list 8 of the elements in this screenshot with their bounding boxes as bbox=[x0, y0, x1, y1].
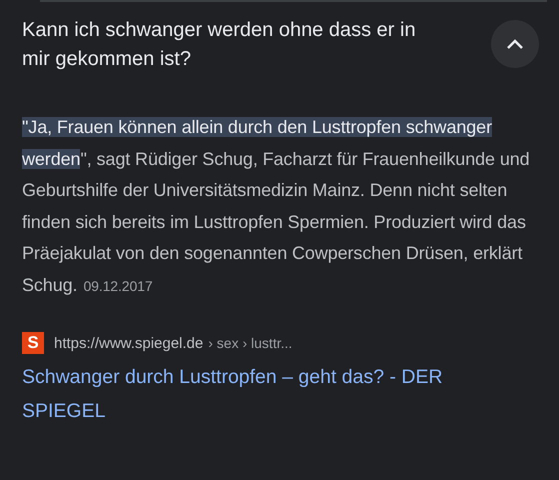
answer-paragraph: "Ja, Frauen können allein durch den Lusttropfen schwanger werden", sagt Rüdiger Schug, Facharzt für Frauenheilkunde und Geburtshilfe der Universitätsmedizin Mainz. Denn nicht selten finden sich bereits im Lusttropfen Spermien. Produziert wird das Präejakulat von den sogenannten Cowperschen Drüsen, erklärt Schug. 09.12.2017 bbox=[22, 116, 531, 297]
result-link[interactable]: Schwanger durch Lusttropfen – geht das? - DER SPIEGEL bbox=[22, 360, 512, 428]
source-url: https://www.spiegel.de bbox=[54, 334, 204, 352]
collapse-button[interactable] bbox=[491, 20, 539, 68]
question-text: Kann ich schwanger werden ohne dass er in mir gekommen ist? bbox=[22, 18, 417, 72]
url-path: › sex › lusttr... bbox=[208, 335, 292, 351]
chevron-icon bbox=[506, 38, 524, 50]
site-favicon: S bbox=[22, 332, 44, 354]
